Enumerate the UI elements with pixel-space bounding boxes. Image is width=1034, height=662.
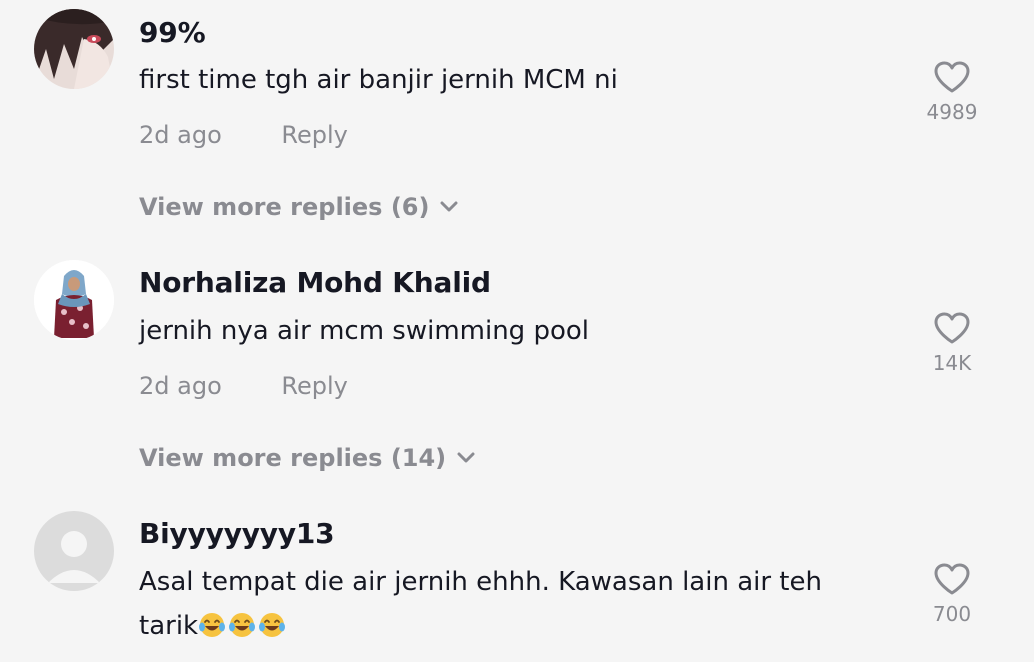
like-button[interactable]: 700 bbox=[912, 562, 992, 626]
comment-meta: 2d ago Reply bbox=[139, 372, 348, 400]
comment-meta: 2d ago Reply bbox=[139, 121, 348, 149]
like-count: 14K bbox=[932, 351, 972, 375]
reply-button[interactable]: Reply bbox=[281, 121, 347, 149]
comment-username[interactable]: Norhaliza Mohd Khalid bbox=[139, 266, 491, 299]
face-with-tears-of-joy-icon bbox=[259, 613, 286, 637]
view-more-replies-button[interactable]: View more replies (14) bbox=[139, 444, 476, 472]
reply-button[interactable]: Reply bbox=[281, 372, 347, 400]
like-count: 700 bbox=[932, 602, 972, 626]
face-with-tears-of-joy-icon bbox=[229, 613, 256, 637]
chevron-down-icon bbox=[457, 452, 475, 463]
like-count: 4989 bbox=[926, 100, 978, 124]
heart-icon[interactable] bbox=[933, 562, 971, 596]
chevron-down-icon bbox=[440, 201, 458, 212]
avatar[interactable] bbox=[34, 9, 114, 89]
like-button[interactable]: 14K bbox=[912, 311, 992, 375]
comment-time: 2d ago bbox=[139, 121, 222, 149]
view-more-replies-button[interactable]: View more replies (6) bbox=[139, 193, 459, 221]
view-more-replies-label: View more replies (6) bbox=[139, 193, 430, 221]
comment-text: Asal tempat die air jernih ehhh. Kawasan… bbox=[139, 560, 899, 648]
comment-username[interactable]: Biyyyyyyy13 bbox=[139, 517, 335, 550]
comment-text: first time tgh air banjir jernih MCM ni bbox=[139, 65, 618, 95]
view-more-replies-label: View more replies (14) bbox=[139, 444, 447, 472]
comment-text: jernih nya air mcm swimming pool bbox=[139, 316, 589, 346]
comment-username[interactable]: 99% bbox=[139, 16, 206, 49]
avatar[interactable] bbox=[34, 260, 114, 340]
heart-icon[interactable] bbox=[933, 60, 971, 94]
like-button[interactable]: 4989 bbox=[912, 60, 992, 124]
comment-text-line: tarik bbox=[139, 611, 199, 641]
comment-text-line: Asal tempat die air jernih ehhh. Kawasan… bbox=[139, 567, 822, 597]
comment-time: 2d ago bbox=[139, 372, 222, 400]
avatar[interactable] bbox=[34, 511, 114, 591]
heart-icon[interactable] bbox=[933, 311, 971, 345]
face-with-tears-of-joy-icon bbox=[199, 613, 226, 637]
